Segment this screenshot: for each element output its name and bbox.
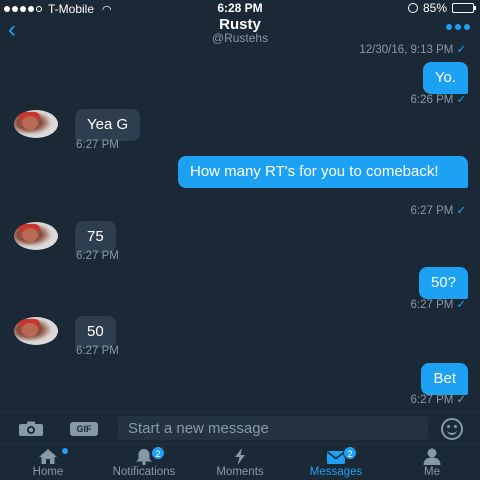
contact-avatar[interactable] bbox=[14, 317, 58, 345]
conversation-header: ‹ Rusty @Rustehs bbox=[0, 16, 480, 45]
tab-notifications[interactable]: 2 Notifications bbox=[96, 445, 192, 480]
tab-label: Moments bbox=[216, 466, 264, 478]
battery-percent: 85% bbox=[422, 1, 447, 15]
read-check-icon: ✓ bbox=[456, 44, 466, 56]
message-timestamp: 6:27 PM bbox=[76, 345, 119, 357]
message-composer: GIF bbox=[0, 412, 480, 444]
incoming-message-bubble[interactable]: 50 bbox=[75, 316, 116, 348]
tab-label: Home bbox=[32, 466, 64, 478]
read-check-icon: ✓ bbox=[456, 299, 466, 311]
message-thread[interactable]: 12/30/16, 9:13 PM ✓ Yo. 6:26 PM ✓ Yea G 6:… bbox=[0, 44, 480, 412]
emoji-icon[interactable] bbox=[441, 418, 463, 440]
incoming-message-bubble[interactable]: 75 bbox=[75, 221, 116, 253]
new-content-dot bbox=[62, 448, 68, 454]
person-icon bbox=[423, 448, 441, 465]
tab-label: Notifications bbox=[112, 466, 176, 478]
message-timestamp: 6:27 PM bbox=[76, 250, 119, 262]
outgoing-message-bubble[interactable]: Yo. bbox=[422, 62, 468, 94]
tab-label: Messages bbox=[309, 466, 363, 478]
notifications-badge: 2 bbox=[151, 446, 165, 460]
message-timestamp: 6:27 PM ✓ bbox=[410, 205, 466, 217]
conversation-handle: @Rustehs bbox=[211, 31, 269, 45]
status-right: 85% bbox=[407, 1, 476, 15]
status-bar: T-Mobile ◠ 6:28 PM 85% bbox=[0, 0, 480, 16]
rotation-lock-icon bbox=[407, 3, 418, 13]
camera-icon[interactable] bbox=[18, 421, 44, 437]
read-check-icon: ✓ bbox=[456, 94, 466, 106]
contact-avatar[interactable] bbox=[14, 110, 58, 138]
home-icon bbox=[39, 449, 57, 464]
gif-button[interactable]: GIF bbox=[70, 422, 98, 436]
tab-bar: Home 2 Notifications Moments 2 Messages … bbox=[0, 444, 480, 480]
message-timestamp: 6:26 PM ✓ bbox=[410, 94, 466, 106]
outgoing-message-bubble[interactable]: Bet bbox=[421, 363, 468, 395]
read-check-icon: ✓ bbox=[456, 205, 466, 217]
tab-home[interactable]: Home bbox=[0, 445, 96, 480]
message-timestamp: 6:27 PM bbox=[76, 139, 119, 151]
message-timestamp: 12/30/16, 9:13 PM ✓ bbox=[359, 44, 466, 56]
incoming-message-bubble[interactable]: Yea G bbox=[75, 109, 141, 141]
tab-me[interactable]: Me bbox=[384, 445, 480, 480]
tab-messages[interactable]: 2 Messages bbox=[288, 445, 384, 480]
messages-badge: 2 bbox=[343, 446, 357, 460]
sent-check-icon: ✓ bbox=[456, 394, 466, 406]
battery-icon bbox=[452, 3, 476, 13]
message-timestamp: 6:27 PM ✓ bbox=[410, 299, 466, 311]
outgoing-message-bubble[interactable]: 50? bbox=[418, 267, 468, 299]
lightning-icon bbox=[235, 448, 245, 465]
tab-label: Me bbox=[424, 466, 440, 478]
more-options-icon[interactable] bbox=[446, 24, 470, 30]
contact-avatar[interactable] bbox=[14, 222, 58, 250]
message-timestamp: 6:27 PM ✓ bbox=[410, 394, 466, 406]
message-input[interactable] bbox=[118, 416, 428, 440]
tab-moments[interactable]: Moments bbox=[192, 445, 288, 480]
outgoing-message-bubble[interactable]: How many RT's for you to comeback! bbox=[178, 156, 468, 188]
